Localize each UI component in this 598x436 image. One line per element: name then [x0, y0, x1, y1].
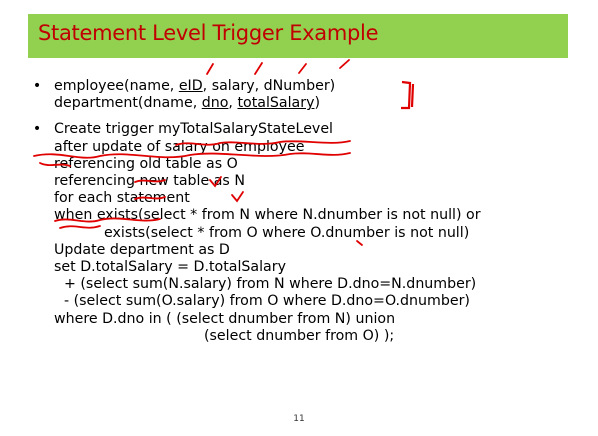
slide-content: • employee(name, eID, salary, dNumber) d… [30, 78, 590, 345]
page-number: 11 [293, 414, 305, 424]
code-line-update: Update department as D [54, 241, 230, 258]
code-line-create: Create trigger myTotalSalaryStateLevel [54, 121, 333, 138]
department-schema-line: department(dname, dno, totalSalary) [54, 95, 321, 112]
eid-key: eID [178, 78, 203, 94]
code-line-ref-new: referencing new table as N [54, 173, 245, 190]
trigger-bullet: • Create trigger myTotalSalaryStateLevel… [30, 121, 590, 345]
bullet-marker: • [32, 121, 42, 138]
total-salary-attr: totalSalary [237, 95, 315, 112]
code-line-set: set D.totalSalary = D.totalSalary [54, 259, 286, 276]
code-line-for-each: for each statement [54, 190, 190, 207]
employee-schema-line: employee(name, eID, salary, dNumber) [54, 78, 336, 94]
schema-bullet: • employee(name, eID, salary, dNumber) d… [30, 78, 590, 112]
bullet-marker: • [32, 78, 42, 94]
code-line-where: where D.dno in ( (select dnumber from N)… [54, 310, 396, 327]
dno-key: dno [201, 95, 229, 112]
code-line-ref-old: referencing old table as O [54, 155, 238, 172]
slide-title: Statement Level Trigger Example [38, 21, 379, 45]
bracket-annotation [401, 80, 415, 110]
code-line-after-update: after update of salary on employee [54, 138, 305, 155]
code-line-exists: exists(select * from O where O.dnumber i… [104, 224, 470, 241]
title-bar: Statement Level Trigger Example [28, 14, 568, 58]
code-line-when: when exists(select * from N where N.dnum… [54, 207, 481, 224]
code-line-union: (select dnumber from O) ); [204, 327, 395, 344]
code-line-plus: + (select sum(N.salary) from N where D.d… [64, 276, 477, 293]
code-line-minus: - (select sum(O.salary) from O where D.d… [64, 293, 470, 310]
